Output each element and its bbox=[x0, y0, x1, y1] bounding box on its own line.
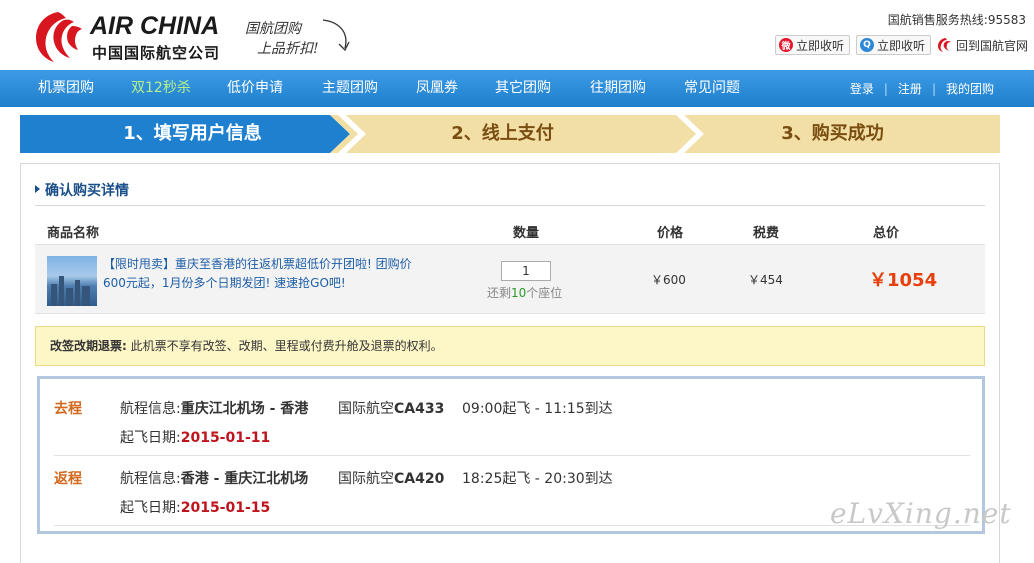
unit-price: ￥600 bbox=[651, 273, 686, 287]
route-value: 香港 - 重庆江北机场 bbox=[180, 471, 309, 487]
route-value: 重庆江北机场 - 香港 bbox=[180, 401, 309, 417]
outbound-tag: 去程 bbox=[54, 401, 82, 417]
return-route: 航程信息:香港 - 重庆江北机场 bbox=[120, 468, 308, 488]
col-quantity: 数量 bbox=[513, 226, 540, 241]
site-header: AIR CHINA 中国国际航空公司 国航团购 上品折扣! 国航销售服务热线:9… bbox=[0, 0, 1034, 70]
nav-past-groupbuy[interactable]: 往期团购 bbox=[590, 70, 646, 107]
tax-amount: ￥454 bbox=[748, 273, 783, 287]
phoenix-logo-icon bbox=[36, 12, 82, 62]
step-online-payment: 2、线上支付 bbox=[451, 123, 554, 144]
outbound-date: 起飞日期:2015-01-11 bbox=[120, 427, 270, 447]
thumb-building bbox=[75, 280, 80, 306]
refund-notice: 改签改期退票: 此机票不享有改签、改期、里程或付费升舱及退票的权利。 bbox=[35, 326, 985, 366]
weibo-follow-button[interactable]: 微 立即收听 bbox=[774, 35, 850, 55]
slogan-line1: 国航团购 bbox=[245, 21, 301, 37]
outbound-flight: 国际航空CA433 bbox=[338, 398, 444, 418]
qq-follow-label: 立即收听 bbox=[876, 38, 925, 53]
thumb-building bbox=[66, 288, 73, 306]
product-description-link[interactable]: 【限时甩卖】重庆至香港的往返机票超低价开团啦! 团购价 600元起，1月份多个日… bbox=[103, 255, 433, 293]
divider bbox=[35, 205, 985, 206]
official-site-link[interactable]: 回到国航官网 bbox=[937, 37, 1028, 54]
date-value: 2015-01-11 bbox=[180, 430, 271, 446]
quantity-input[interactable]: 1 bbox=[501, 261, 551, 281]
desc-line2: 600元起，1月份多个日期发团! 速速抢GO吧! bbox=[103, 276, 346, 290]
notice-label: 改签改期退票: bbox=[50, 339, 127, 353]
route-label: 航程信息: bbox=[120, 471, 181, 487]
triangle-bullet-icon bbox=[35, 185, 40, 193]
register-link[interactable]: 注册 bbox=[898, 80, 922, 97]
header-links: 微 立即收听 Q 立即收听 回到国航官网 bbox=[774, 34, 1028, 56]
slogan-line2: 上品折扣! bbox=[257, 41, 319, 57]
remaining-seats: 还剩10个座位 bbox=[487, 284, 562, 301]
remain-prefix: 还剩 bbox=[487, 286, 512, 300]
return-tag: 返程 bbox=[54, 471, 82, 487]
nav-account-links: 登录 | 注册 | 我的团购 bbox=[850, 70, 994, 107]
nav-double12-flash[interactable]: 双12秒杀 bbox=[131, 70, 191, 107]
date-label: 起飞日期: bbox=[120, 430, 181, 446]
total-price: ￥1054 bbox=[869, 270, 938, 291]
official-site-label: 回到国航官网 bbox=[955, 38, 1028, 53]
return-time: 18:25起飞 - 20:30到达 bbox=[462, 471, 613, 487]
sales-hotline: 国航销售服务热线:95583 bbox=[887, 13, 1026, 27]
weibo-icon: 微 bbox=[778, 38, 793, 52]
nav-faq[interactable]: 常见问题 bbox=[684, 70, 740, 107]
nav-separator: | bbox=[931, 81, 936, 96]
my-groupbuy-link[interactable]: 我的团购 bbox=[946, 80, 994, 97]
main-nav: 机票团购 双12秒杀 低价申请 主题团购 凤凰券 其它团购 往期团购 常见问题 … bbox=[0, 70, 1034, 107]
return-flight: 国际航空CA420 bbox=[338, 468, 444, 488]
outbound-time: 09:00起飞 - 11:15到达 bbox=[462, 401, 613, 417]
thumb-building bbox=[59, 276, 64, 306]
logo-chinese-text: 中国国际航空公司 bbox=[92, 44, 221, 62]
desc-line1: 【限时甩卖】重庆至香港的往返机票超低价开团啦! 团购价 bbox=[103, 257, 412, 271]
air-china-mini-logo-icon bbox=[937, 38, 951, 52]
section-title-text: 确认购买详情 bbox=[45, 183, 129, 199]
logo-english-text: AIR CHINA bbox=[90, 12, 220, 40]
col-total: 总价 bbox=[873, 226, 900, 241]
col-price: 价格 bbox=[657, 226, 684, 241]
notice-text: 此机票不享有改签、改期、里程或付费升舱及退票的权利。 bbox=[126, 339, 443, 353]
outbound-route: 航程信息:重庆江北机场 - 香港 bbox=[120, 398, 308, 418]
checkout-steps: 1、填写用户信息 2、线上支付 3、购买成功 bbox=[20, 115, 1000, 153]
return-date: 起飞日期:2015-01-15 bbox=[120, 497, 270, 517]
divider bbox=[54, 455, 970, 456]
order-table-header: 商品名称 数量 价格 税费 总价 bbox=[35, 218, 985, 242]
swoosh-arrow-icon bbox=[322, 19, 350, 52]
airline-name: 国际航空 bbox=[338, 471, 394, 487]
nav-low-price-apply[interactable]: 低价申请 bbox=[227, 70, 283, 107]
airline-name: 国际航空 bbox=[338, 401, 394, 417]
col-tax: 税费 bbox=[753, 226, 780, 241]
nav-flight-groupbuy[interactable]: 机票团购 bbox=[38, 70, 94, 107]
flight-number: CA433 bbox=[394, 401, 445, 417]
remain-suffix: 个座位 bbox=[526, 286, 563, 300]
thumb-building bbox=[82, 286, 90, 306]
section-title: 确认购买详情 bbox=[35, 180, 129, 200]
nav-theme-groupbuy[interactable]: 主题团购 bbox=[322, 70, 378, 107]
weibo-follow-label: 立即收听 bbox=[795, 38, 844, 53]
qq-weibo-icon: Q bbox=[859, 38, 874, 52]
groupbuy-slogan: 国航团购 上品折扣! bbox=[245, 14, 355, 62]
login-link[interactable]: 登录 bbox=[850, 80, 874, 97]
route-label: 航程信息: bbox=[120, 401, 181, 417]
nav-phoenix-voucher[interactable]: 凤凰券 bbox=[416, 70, 458, 107]
nav-separator: | bbox=[883, 81, 888, 96]
step-purchase-success: 3、购买成功 bbox=[781, 123, 884, 144]
col-product-name: 商品名称 bbox=[47, 226, 100, 241]
date-value: 2015-01-15 bbox=[180, 500, 271, 516]
nav-other-groupbuy[interactable]: 其它团购 bbox=[495, 70, 551, 107]
date-label: 起飞日期: bbox=[120, 500, 181, 516]
product-thumbnail[interactable] bbox=[47, 256, 97, 306]
step-fill-info: 1、填写用户信息 bbox=[123, 123, 262, 144]
flight-number: CA420 bbox=[394, 471, 445, 487]
table-row: 【限时甩卖】重庆至香港的往返机票超低价开团啦! 团购价 600元起，1月份多个日… bbox=[35, 244, 985, 314]
air-china-logo[interactable]: AIR CHINA 中国国际航空公司 bbox=[30, 6, 230, 64]
qq-follow-button[interactable]: Q 立即收听 bbox=[855, 35, 931, 55]
thumb-building bbox=[51, 284, 57, 306]
remain-count: 10 bbox=[511, 286, 527, 300]
site-watermark: eLvXing.net bbox=[830, 497, 1012, 530]
